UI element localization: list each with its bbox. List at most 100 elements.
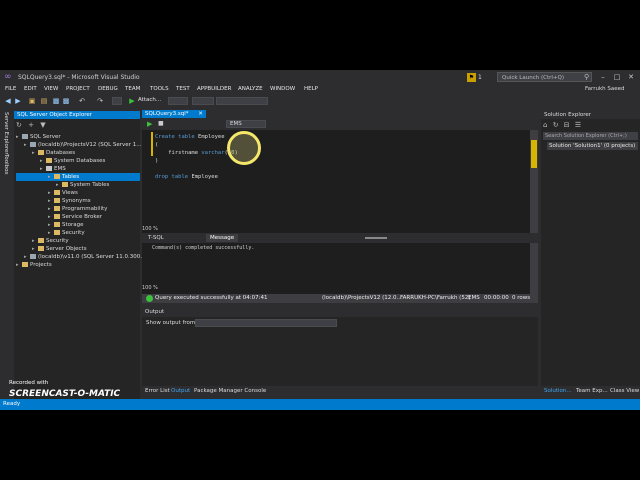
editor-tab[interactable]: SQLQuery3.sql* ✕ bbox=[142, 110, 206, 118]
add-server-icon[interactable]: + bbox=[28, 121, 34, 129]
tree-node[interactable]: ▸ Databases bbox=[16, 149, 140, 157]
tree-node[interactable]: ▸ Security bbox=[16, 237, 140, 245]
tree-node-label: Projects bbox=[30, 262, 52, 268]
code-token: ) bbox=[155, 158, 159, 164]
solution-config-dropdown[interactable] bbox=[168, 97, 188, 105]
menu-appbuilder[interactable]: APPBUILDER bbox=[197, 86, 231, 92]
menu-help[interactable]: HELP bbox=[304, 86, 318, 92]
undo-icon[interactable]: ↶ bbox=[78, 97, 86, 105]
menu-window[interactable]: WINDOW bbox=[270, 86, 295, 92]
search-icon[interactable]: ⚲ bbox=[584, 73, 589, 81]
execute-icon[interactable]: ▶ bbox=[147, 120, 152, 128]
solution-node[interactable]: Solution 'Solution1' (0 projects) bbox=[547, 142, 638, 150]
find-combo[interactable] bbox=[216, 97, 268, 105]
folder-icon bbox=[54, 214, 60, 219]
tab-output[interactable]: Output bbox=[171, 388, 190, 394]
tab-error-list[interactable]: Error List bbox=[145, 388, 170, 394]
menu-team[interactable]: TEAM bbox=[125, 86, 140, 92]
tree-node-label: Security bbox=[62, 230, 85, 236]
open-folder-icon[interactable]: ▤ bbox=[40, 97, 48, 105]
stop-icon[interactable]: ■ bbox=[158, 120, 164, 127]
folder-icon bbox=[38, 246, 44, 251]
tab-package-manager-console[interactable]: Package Manager Console bbox=[194, 388, 266, 394]
redo-icon[interactable]: ↷ bbox=[96, 97, 104, 105]
tree-node[interactable]: ▸ Views bbox=[16, 189, 140, 197]
tab-tsql[interactable]: T-SQL bbox=[148, 235, 164, 241]
folder-icon bbox=[54, 198, 60, 203]
tree-node[interactable]: ▸ Tables bbox=[16, 173, 140, 181]
code-token: Create table bbox=[155, 134, 199, 140]
close-tab-icon[interactable]: ✕ bbox=[198, 111, 203, 117]
tree-node[interactable]: ▸ Server Objects bbox=[16, 245, 140, 253]
splitter-grip[interactable] bbox=[365, 237, 387, 239]
editor-scroll-thumb[interactable] bbox=[531, 140, 537, 168]
database-dropdown[interactable]: EMS bbox=[226, 120, 266, 128]
menu-tools[interactable]: TOOLS bbox=[150, 86, 169, 92]
notification-flag-icon[interactable]: ⚑ bbox=[467, 73, 476, 82]
server-explorer-tab[interactable]: Server Explorer bbox=[3, 112, 9, 155]
tree-node-label: EMS bbox=[54, 166, 66, 172]
refresh-icon[interactable]: ↻ bbox=[16, 121, 22, 129]
close-icon[interactable]: ✕ bbox=[626, 72, 636, 82]
menu-test[interactable]: TEST bbox=[176, 86, 190, 92]
menu-debug[interactable]: DEBUG bbox=[98, 86, 118, 92]
code-line: firstname varchar(50) bbox=[155, 149, 238, 157]
results-vscroll[interactable] bbox=[530, 243, 538, 294]
tree-node[interactable]: ▸ Storage bbox=[16, 221, 140, 229]
menu-analyze[interactable]: ANALYZE bbox=[238, 86, 263, 92]
results-zoom[interactable]: 100 % bbox=[142, 285, 158, 291]
sync-icon[interactable]: ↻ bbox=[553, 121, 559, 129]
code-line: Create table Employee bbox=[155, 133, 238, 141]
tree-node[interactable]: ▸ (localdb)\v11.0 (SQL Server 11.0.300... bbox=[16, 253, 146, 261]
new-project-icon[interactable]: ▣ bbox=[28, 97, 36, 105]
tab-team-explorer[interactable]: Team Exp... bbox=[576, 388, 608, 394]
tree-node[interactable]: ▸ Synonyms bbox=[16, 197, 140, 205]
server-icon bbox=[22, 134, 28, 139]
properties-icon[interactable]: ☰ bbox=[575, 121, 581, 129]
maximize-icon[interactable]: □ bbox=[612, 72, 622, 82]
tree-node[interactable]: ▸ EMS bbox=[16, 165, 140, 173]
forward-icon[interactable]: ▶ bbox=[14, 97, 22, 105]
recorded-with-label: Recorded with bbox=[9, 380, 49, 386]
tree-node[interactable]: ▸ SQL Server bbox=[16, 133, 140, 141]
solution-label: Solution 'Solution1' (0 projects) bbox=[549, 143, 636, 149]
window-title: SQLQuery3.sql* - Microsoft Visual Studio bbox=[18, 74, 140, 81]
code-token: firstname bbox=[155, 150, 202, 156]
home-icon[interactable]: ⌂ bbox=[543, 121, 547, 129]
menu-bar bbox=[0, 85, 640, 95]
user-name[interactable]: Farrukh Saeed bbox=[585, 86, 624, 92]
output-title: Output bbox=[145, 309, 165, 315]
start-debug-icon[interactable]: ▶ bbox=[128, 97, 136, 105]
config-dropdown[interactable] bbox=[112, 97, 122, 105]
tree-node[interactable]: ▸ Programmability bbox=[16, 205, 140, 213]
menu-edit[interactable]: EDIT bbox=[24, 86, 37, 92]
menu-file[interactable]: FILE bbox=[5, 86, 16, 92]
back-icon[interactable]: ◀ bbox=[4, 97, 12, 105]
tab-message[interactable]: Message bbox=[206, 234, 238, 242]
folder-icon bbox=[54, 230, 60, 235]
toolbox-tab[interactable]: Toolbox bbox=[3, 154, 9, 175]
solution-search-input[interactable]: Search Solution Explorer (Ctrl+;) bbox=[543, 132, 638, 140]
tree-node[interactable]: ▸ System Databases bbox=[16, 157, 140, 165]
editor-zoom[interactable]: 100 % bbox=[142, 226, 162, 233]
tree-node[interactable]: ▸ Security bbox=[16, 229, 140, 237]
save-all-icon[interactable]: ▩ bbox=[62, 97, 70, 105]
tab-solution-explorer[interactable]: Solution... bbox=[544, 388, 572, 394]
change-margin bbox=[151, 132, 153, 156]
tree-node[interactable]: ▸ Service Broker bbox=[16, 213, 140, 221]
tree-node[interactable]: ▸ (localdb)\ProjectsV12 (SQL Server 1... bbox=[16, 141, 141, 149]
tab-class-view[interactable]: Class View bbox=[610, 388, 639, 394]
show-output-dropdown[interactable] bbox=[195, 319, 337, 327]
menu-project[interactable]: PROJECT bbox=[66, 86, 90, 92]
quick-launch-input[interactable]: Quick Launch (Ctrl+Q) bbox=[497, 72, 592, 82]
platform-dropdown[interactable] bbox=[192, 97, 214, 105]
minimize-icon[interactable]: – bbox=[598, 72, 608, 82]
tree-node[interactable]: ▸ System Tables bbox=[16, 181, 140, 189]
collapse-all-icon[interactable]: ⊟ bbox=[564, 121, 570, 129]
menu-view[interactable]: VIEW bbox=[44, 86, 58, 92]
save-icon[interactable]: ▩ bbox=[52, 97, 60, 105]
tree-node[interactable]: ▸ Projects bbox=[16, 261, 140, 269]
filter-icon[interactable]: ▼ bbox=[40, 121, 45, 129]
attach-button[interactable]: Attach... bbox=[138, 97, 161, 103]
